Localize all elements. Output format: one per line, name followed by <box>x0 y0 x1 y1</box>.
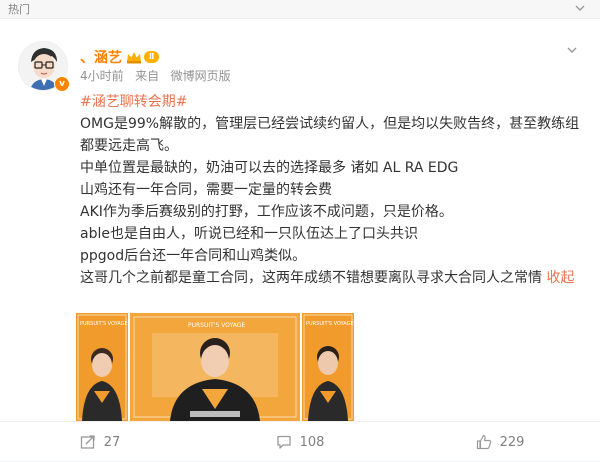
vip-level-badge: Ⅱ <box>144 51 160 63</box>
topic-link[interactable]: #涵艺聊转会期# <box>80 94 187 110</box>
post-image[interactable]: PURSUIT'S VOYAGE <box>76 313 128 421</box>
comment-icon <box>276 435 291 449</box>
collapse-link[interactable]: 收起 <box>546 270 574 286</box>
post-line: 这哥几个之前都是童工合同，这两年成绩不错想要离队寻求大合同人之常情 <box>80 270 542 286</box>
post-image[interactable]: PURSUIT'S VOYAGE <box>302 313 354 421</box>
comment-button[interactable]: 108 <box>200 422 400 462</box>
repost-count: 27 <box>103 434 121 450</box>
post-line: OMG是99%解散的，管理层已经尝试续约留人，但是均以失败告终，甚至教练组都要远… <box>80 116 580 154</box>
comment-count: 108 <box>299 434 325 450</box>
hot-tag: 热门 <box>8 3 30 16</box>
post-line: 中单位置是最缺的，奶油可以去的选择最多 诸如 AL RA EDG <box>80 160 459 176</box>
crown-icon <box>127 52 141 64</box>
post-actions: 27 108 229 <box>0 421 600 462</box>
post-line: ppgod后台还一年合同和山鸡类似。 <box>80 248 307 264</box>
chevron-down-icon[interactable] <box>574 2 586 14</box>
chevron-down-icon[interactable] <box>566 44 578 56</box>
like-icon <box>476 434 491 450</box>
repost-button[interactable]: 27 <box>0 422 200 462</box>
repost-icon <box>80 435 95 449</box>
poster-caption: PURSUIT'S VOYAGE <box>188 322 245 329</box>
post-line: able也是自由人，听说已经和一只队伍达上了口头共识 <box>80 226 418 242</box>
source-prefix: 来自 <box>135 69 160 83</box>
post-image[interactable]: PURSUIT'S VOYAGE <box>130 313 300 421</box>
post-time[interactable]: 4小时前 <box>80 69 124 83</box>
post-images: PURSUIT'S VOYAGE PURSUIT'S VOYAGE PURSUI… <box>76 313 354 421</box>
poster-caption: PURSUIT'S VOYAGE <box>80 321 128 327</box>
post-content: #涵艺聊转会期# OMG是99%解散的，管理层已经尝试续约留人，但是均以失败告终… <box>80 91 580 289</box>
poster-caption: PURSUIT'S VOYAGE <box>306 321 354 327</box>
post-meta: 4小时前 来自 微博网页版 <box>80 67 231 84</box>
author-name[interactable]: 、涵艺 <box>80 47 122 67</box>
feed-header: 热门 <box>0 0 600 19</box>
post-line: 山鸡还有一年合同，需要一定量的转会费 <box>80 182 332 198</box>
author-row: 、涵艺 Ⅱ <box>80 47 160 67</box>
post-line: AKI作为季后赛级别的打野，工作应该不成问题，只是价格。 <box>80 204 453 220</box>
weibo-post-card: v 、涵艺 Ⅱ 4小时前 来自 微博网页版 #涵艺聊转会期# OMG是99%解散… <box>0 19 600 461</box>
avatar[interactable]: v <box>18 41 70 92</box>
like-count: 229 <box>499 434 525 450</box>
like-button[interactable]: 229 <box>400 422 600 462</box>
post-source: 微博网页版 <box>170 69 231 83</box>
verified-badge: v <box>54 76 70 92</box>
